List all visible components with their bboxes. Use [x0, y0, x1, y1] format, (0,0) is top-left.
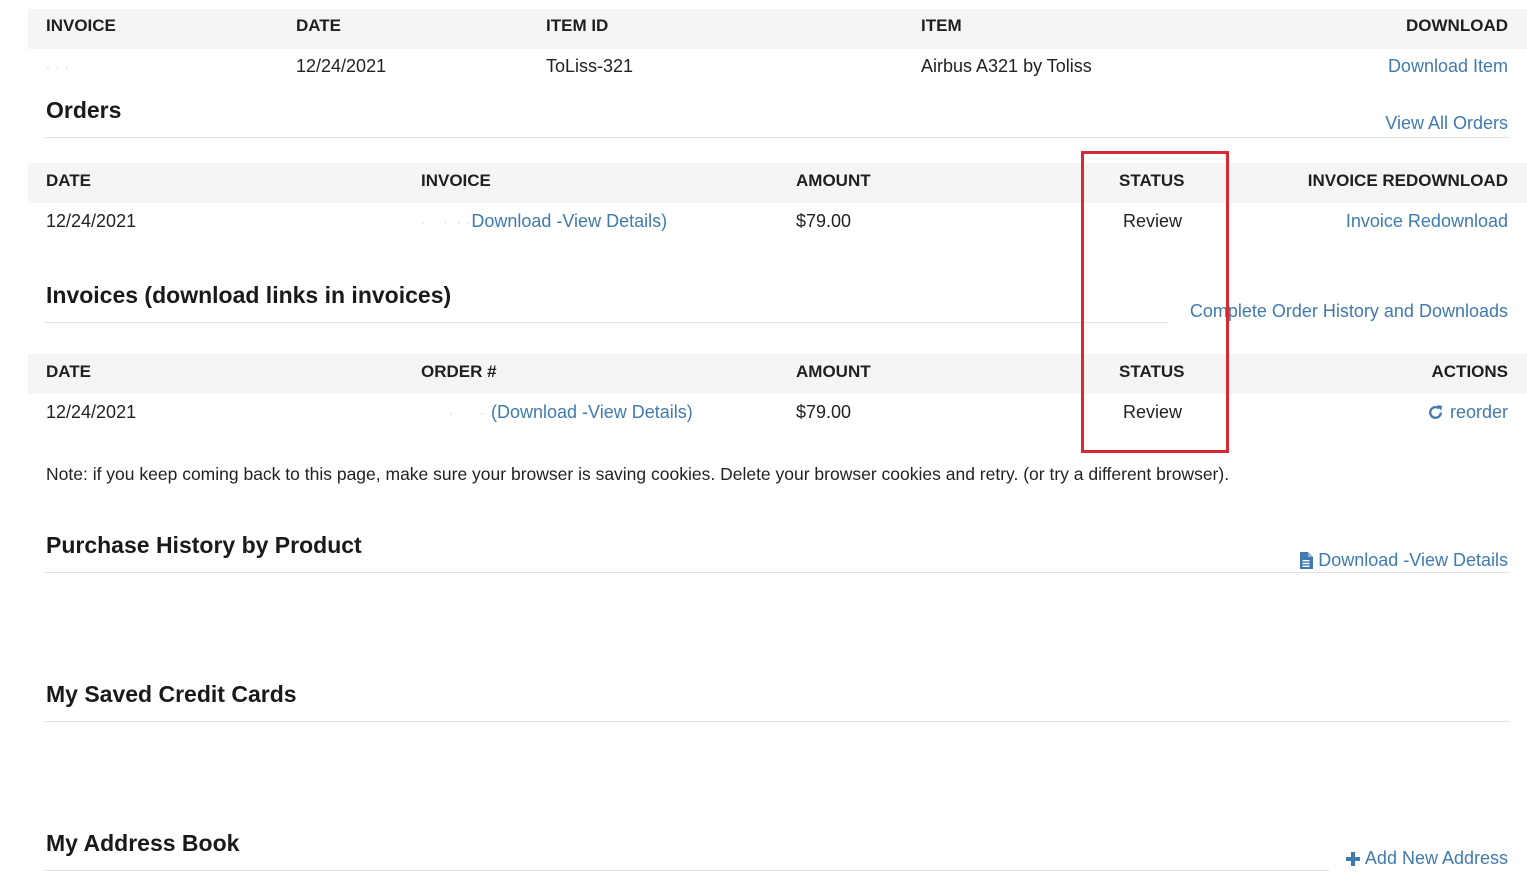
download-item-link[interactable]: Download Item	[1388, 55, 1508, 77]
orders-header-invoice: INVOICE	[421, 171, 491, 190]
saved-cards-divider	[44, 721, 1509, 722]
invoices-header-order-number: ORDER #	[421, 362, 497, 381]
orders-divider	[44, 137, 1509, 138]
invoices-header-status: STATUS	[1119, 362, 1185, 381]
purchase-history-title: Purchase History by Product	[46, 532, 362, 558]
reorder-label: reorder	[1449, 402, 1508, 422]
invoices-header-amount: AMOUNT	[796, 362, 871, 381]
invoice-redownload-link[interactable]: Invoice Redownload	[1346, 210, 1508, 232]
invoices-divider	[44, 322, 1168, 323]
items-row-date: 12/24/2021	[296, 56, 387, 76]
invoices-title: Invoices (download links in invoices)	[46, 282, 452, 308]
cookie-note: Note: if you keep coming back to this pa…	[46, 464, 1230, 484]
address-book-title: My Address Book	[46, 830, 240, 856]
orders-title: Orders	[46, 97, 122, 123]
redacted-invoice-number: · · · ·	[421, 215, 472, 230]
orders-header-invoice-redownload: INVOICE REDOWNLOAD	[1307, 171, 1508, 190]
items-row-item: Airbus A321 by Toliss	[921, 56, 1092, 76]
orders-row-amount: $79.00	[796, 211, 852, 231]
orders-header-date: DATE	[46, 171, 92, 190]
purchase-history-divider	[44, 572, 1509, 573]
orders-row-invoice: · · · ·Download -View Details)	[421, 210, 667, 233]
items-header-invoice: INVOICE	[46, 16, 116, 35]
invoices-row-order: · · (Download -View Details)	[421, 401, 693, 424]
items-table-header	[28, 9, 1527, 49]
redacted-order-number: · ·	[449, 406, 485, 421]
invoices-order-download-link[interactable]: (Download -View Details)	[491, 402, 693, 422]
complete-order-history-link[interactable]: Complete Order History and Downloads	[1190, 300, 1508, 322]
invoices-header-actions: ACTIONS	[1431, 362, 1509, 381]
purchase-history-download-link[interactable]: Download -View Details	[1299, 549, 1508, 572]
add-new-address-label: Add New Address	[1364, 848, 1508, 868]
saved-cards-title: My Saved Credit Cards	[46, 681, 297, 707]
orders-table-header	[28, 163, 1527, 203]
reorder-button[interactable]: reorder	[1427, 401, 1508, 424]
orders-row-date: 12/24/2021	[46, 211, 137, 231]
file-icon	[1299, 550, 1318, 572]
items-row-item-id: ToLiss-321	[546, 56, 634, 76]
orders-header-status: STATUS	[1119, 171, 1185, 190]
invoices-row-date: 12/24/2021	[46, 402, 137, 422]
plus-icon	[1345, 848, 1365, 870]
items-header-date: DATE	[296, 16, 342, 35]
add-new-address-link[interactable]: Add New Address	[1345, 847, 1508, 870]
items-header-item: ITEM	[921, 16, 962, 35]
view-all-orders-link[interactable]: View All Orders	[1385, 112, 1508, 134]
refresh-icon	[1427, 402, 1450, 424]
address-book-divider	[44, 870, 1329, 871]
purchase-history-link-label: Download -View Details	[1318, 550, 1508, 570]
invoices-header-date: DATE	[46, 362, 92, 381]
items-row-invoice: · · ·	[46, 55, 70, 78]
items-header-item-id: ITEM ID	[546, 16, 609, 35]
orders-header-amount: AMOUNT	[796, 171, 871, 190]
invoices-row-amount: $79.00	[796, 402, 852, 422]
invoices-row-status: Review	[1123, 402, 1183, 422]
items-header-download: DOWNLOAD	[1406, 16, 1508, 35]
invoices-table-header	[28, 354, 1527, 394]
orders-invoice-download-link[interactable]: Download -View Details)	[471, 211, 667, 231]
orders-row-status: Review	[1123, 211, 1183, 231]
redacted-invoice-number: · · ·	[46, 60, 70, 75]
